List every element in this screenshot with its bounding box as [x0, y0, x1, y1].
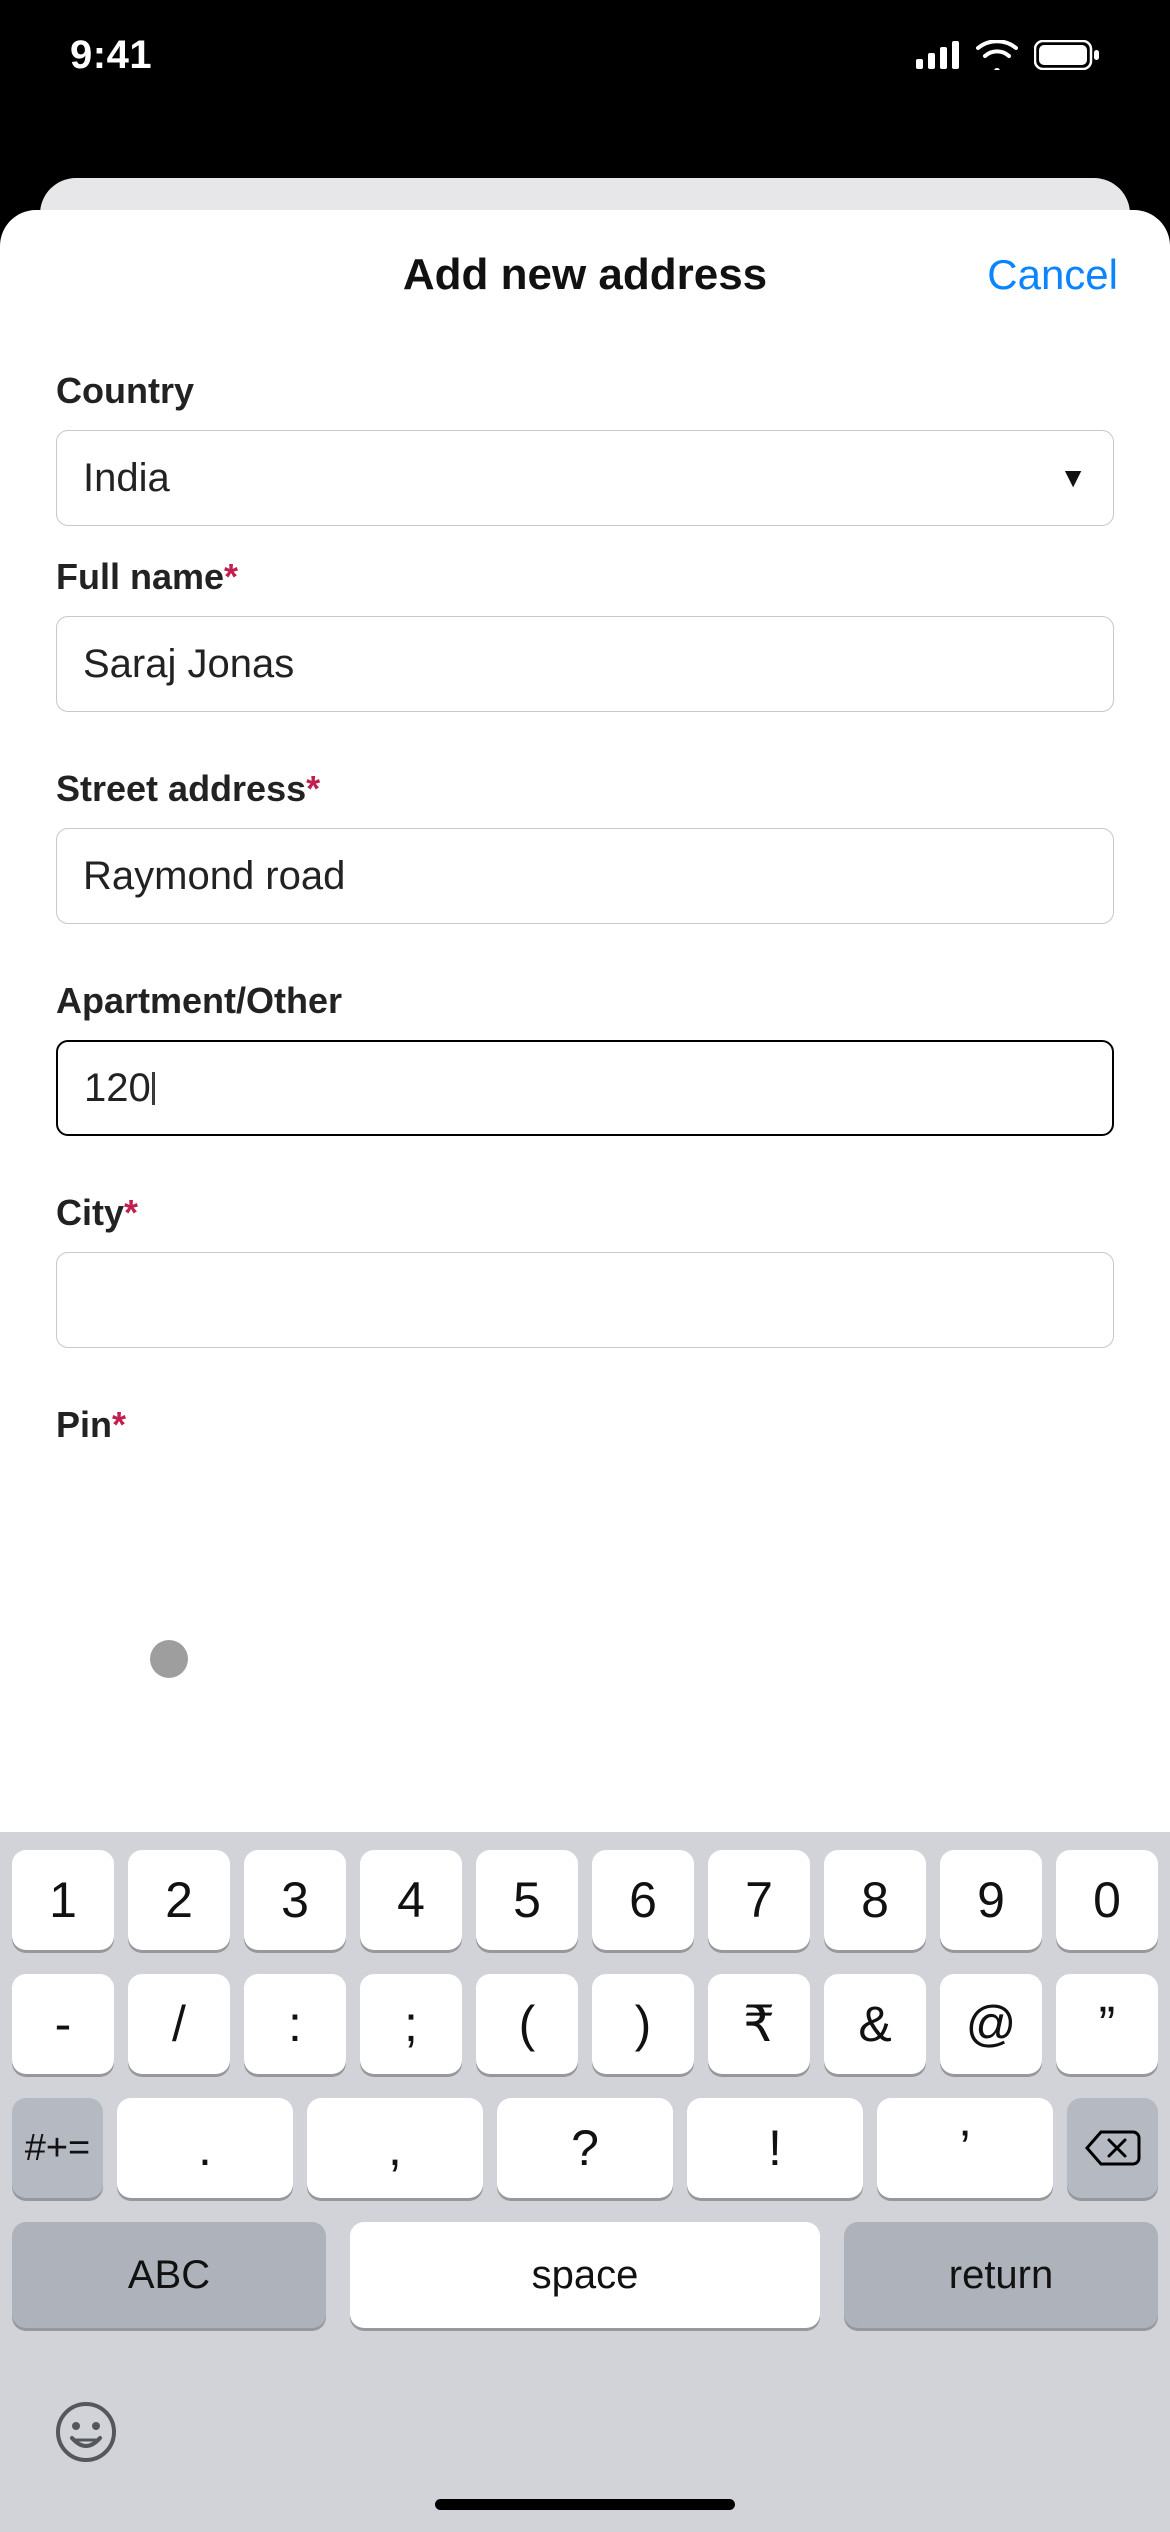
apartment-input[interactable]: 120: [56, 1040, 1114, 1136]
key-return[interactable]: return: [844, 2222, 1158, 2328]
apartment-label: Apartment/Other: [56, 980, 1114, 1022]
chevron-down-icon: ▼: [1059, 462, 1087, 494]
key-4[interactable]: 4: [360, 1850, 462, 1950]
country-label: Country: [56, 370, 1114, 412]
emoji-icon[interactable]: [54, 2400, 118, 2464]
pin-label-text: Pin: [56, 1404, 112, 1445]
pin-field: Pin*: [56, 1404, 1114, 1446]
city-label: City*: [56, 1192, 1114, 1234]
city-field: City*: [56, 1192, 1114, 1348]
keyboard: 1234567890 -/:;()₹&@” #+= .,?!’ ABC spac…: [0, 1832, 1170, 2532]
key-:[interactable]: :: [244, 1974, 346, 2074]
key-;[interactable]: ;: [360, 1974, 462, 2074]
key-8[interactable]: 8: [824, 1850, 926, 1950]
status-time: 9:41: [70, 33, 152, 78]
apartment-value: 120: [84, 1066, 151, 1110]
cancel-button[interactable]: Cancel: [987, 210, 1118, 340]
key-backspace[interactable]: [1067, 2098, 1158, 2198]
wifi-icon: [976, 40, 1018, 70]
key-₹[interactable]: ₹: [708, 1974, 810, 2074]
key-abc[interactable]: ABC: [12, 2222, 326, 2328]
key-1[interactable]: 1: [12, 1850, 114, 1950]
key-3[interactable]: 3: [244, 1850, 346, 1950]
address-form: Country India ▼ Full name* Street addres…: [0, 370, 1170, 1446]
status-right: [916, 40, 1100, 70]
key-’[interactable]: ’: [877, 2098, 1053, 2198]
fullname-field: Full name*: [56, 556, 1114, 712]
key-&[interactable]: &: [824, 1974, 926, 2074]
key-.[interactable]: .: [117, 2098, 293, 2198]
country-value: India: [83, 456, 170, 501]
key-)[interactable]: ): [592, 1974, 694, 2074]
key-0[interactable]: 0: [1056, 1850, 1158, 1950]
fullname-label-text: Full name: [56, 556, 224, 597]
text-caret: [152, 1072, 155, 1105]
key-7[interactable]: 7: [708, 1850, 810, 1950]
fullname-input[interactable]: [56, 616, 1114, 712]
fullname-label: Full name*: [56, 556, 1114, 598]
sheet-header: Add new address Cancel: [0, 210, 1170, 340]
backspace-icon: [1085, 2128, 1141, 2168]
key-,[interactable]: ,: [307, 2098, 483, 2198]
key--[interactable]: -: [12, 1974, 114, 2074]
key-”[interactable]: ”: [1056, 1974, 1158, 2074]
required-marker: *: [124, 1192, 138, 1233]
street-label-text: Street address: [56, 768, 306, 809]
key-@[interactable]: @: [940, 1974, 1042, 2074]
pin-label: Pin*: [56, 1404, 1114, 1446]
required-marker: *: [224, 556, 238, 597]
key-([interactable]: (: [476, 1974, 578, 2074]
home-indicator[interactable]: [435, 2499, 735, 2510]
required-marker: *: [112, 1404, 126, 1445]
sheet-title: Add new address: [403, 250, 767, 300]
key-9[interactable]: 9: [940, 1850, 1042, 1950]
key-2[interactable]: 2: [128, 1850, 230, 1950]
cellular-icon: [916, 41, 960, 69]
street-field: Street address*: [56, 768, 1114, 924]
battery-icon: [1034, 40, 1100, 70]
city-label-text: City: [56, 1192, 124, 1233]
key-5[interactable]: 5: [476, 1850, 578, 1950]
touch-indicator: [150, 1640, 188, 1678]
key-/[interactable]: /: [128, 1974, 230, 2074]
street-input[interactable]: [56, 828, 1114, 924]
key-![interactable]: !: [687, 2098, 863, 2198]
street-label: Street address*: [56, 768, 1114, 810]
country-select[interactable]: India ▼: [56, 430, 1114, 526]
key-space[interactable]: space: [350, 2222, 820, 2328]
status-bar: 9:41: [0, 0, 1170, 110]
key-?[interactable]: ?: [497, 2098, 673, 2198]
country-field: Country India ▼: [56, 370, 1114, 526]
apartment-field: Apartment/Other 120: [56, 980, 1114, 1136]
required-marker: *: [306, 768, 320, 809]
key-symbols[interactable]: #+=: [12, 2098, 103, 2198]
key-6[interactable]: 6: [592, 1850, 694, 1950]
city-input[interactable]: [56, 1252, 1114, 1348]
